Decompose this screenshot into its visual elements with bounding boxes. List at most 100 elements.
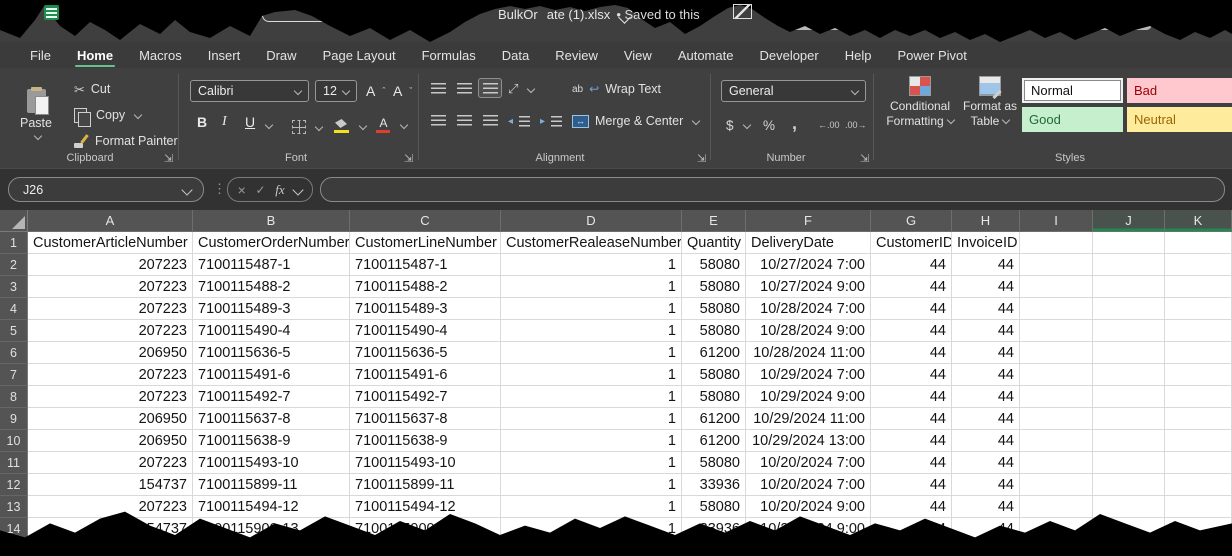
accounting-format-button[interactable]: $ <box>726 114 750 136</box>
format-as-table-button[interactable]: Format as Table <box>960 76 1020 129</box>
increase-decimal-button[interactable]: ←.00 <box>818 114 840 136</box>
comma-style-button[interactable]: , <box>792 112 797 134</box>
cell-K14[interactable] <box>1165 518 1232 540</box>
cell-J12[interactable] <box>1093 474 1165 496</box>
cell-J6[interactable] <box>1093 342 1165 364</box>
decrease-decimal-button[interactable]: .00→ <box>845 114 867 136</box>
cell-D3[interactable]: 1 <box>501 276 682 298</box>
chevron-down-icon[interactable] <box>620 9 629 27</box>
cell-H14[interactable]: 44 <box>952 518 1020 540</box>
cell-K8[interactable] <box>1165 386 1232 408</box>
cell-G10[interactable]: 44 <box>871 430 952 452</box>
align-middle-button[interactable] <box>452 78 476 98</box>
cell-I12[interactable] <box>1020 474 1093 496</box>
cell-B8[interactable]: 7100115492-7 <box>193 386 350 408</box>
cell-K10[interactable] <box>1165 430 1232 452</box>
cell-K4[interactable] <box>1165 298 1232 320</box>
cell-A5[interactable]: 207223 <box>28 320 193 342</box>
cell-H8[interactable]: 44 <box>952 386 1020 408</box>
cell-E5[interactable]: 58080 <box>682 320 746 342</box>
cell-C1[interactable]: CustomerLineNumber <box>350 232 501 254</box>
cell-C12[interactable]: 7100115899-11 <box>350 474 501 496</box>
cell-B10[interactable]: 7100115638-9 <box>193 430 350 452</box>
cell-F12[interactable]: 10/20/2024 7:00 <box>746 474 871 496</box>
autosave-toggle-fragment[interactable] <box>262 8 330 22</box>
cell-H4[interactable]: 44 <box>952 298 1020 320</box>
increase-indent-button[interactable]: ▸ <box>540 110 562 132</box>
cell-H6[interactable]: 44 <box>952 342 1020 364</box>
cell-D2[interactable]: 1 <box>501 254 682 276</box>
cell-I9[interactable] <box>1020 408 1093 430</box>
row-header-14[interactable]: 14 <box>0 518 28 540</box>
column-header-J[interactable]: J <box>1093 210 1165 232</box>
cell-C8[interactable]: 7100115492-7 <box>350 386 501 408</box>
cell-H10[interactable]: 44 <box>952 430 1020 452</box>
insert-function-icon[interactable]: fx <box>275 182 284 198</box>
align-bottom-button[interactable] <box>478 78 502 98</box>
style-good[interactable]: Good <box>1022 107 1123 132</box>
cell-C4[interactable]: 7100115489-3 <box>350 298 501 320</box>
cell-I8[interactable] <box>1020 386 1093 408</box>
italic-button[interactable]: I <box>222 114 227 130</box>
cancel-icon[interactable]: × <box>238 182 246 198</box>
cell-J11[interactable] <box>1093 452 1165 474</box>
cell-G6[interactable]: 44 <box>871 342 952 364</box>
column-header-A[interactable]: A <box>28 210 193 232</box>
cell-H3[interactable]: 44 <box>952 276 1020 298</box>
cell-E13[interactable]: 58080 <box>682 496 746 518</box>
style-normal[interactable]: Normal <box>1022 78 1123 103</box>
tab-page-layout[interactable]: Page Layout <box>310 42 409 68</box>
cell-E15[interactable] <box>682 540 746 556</box>
style-bad[interactable]: Bad <box>1127 78 1232 103</box>
cell-B6[interactable]: 7100115636-5 <box>193 342 350 364</box>
cell-G1[interactable]: CustomerID <box>871 232 952 254</box>
cell-B3[interactable]: 7100115488-2 <box>193 276 350 298</box>
cell-F5[interactable]: 10/28/2024 9:00 <box>746 320 871 342</box>
tab-view[interactable]: View <box>611 42 665 68</box>
cell-A10[interactable]: 206950 <box>28 430 193 452</box>
cell-D1[interactable]: CustomerRealeaseNumber <box>501 232 682 254</box>
row-header-1[interactable]: 1 <box>0 232 28 254</box>
cell-D13[interactable]: 1 <box>501 496 682 518</box>
cell-G11[interactable]: 44 <box>871 452 952 474</box>
cell-F8[interactable]: 10/29/2024 9:00 <box>746 386 871 408</box>
row-header-2[interactable]: 2 <box>0 254 28 276</box>
cell-J5[interactable] <box>1093 320 1165 342</box>
row-header-11[interactable]: 11 <box>0 452 28 474</box>
cell-E4[interactable]: 58080 <box>682 298 746 320</box>
column-header-H[interactable]: H <box>952 210 1020 232</box>
tab-help[interactable]: Help <box>832 42 885 68</box>
select-all-button[interactable] <box>0 210 28 232</box>
cell-G15[interactable] <box>871 540 952 556</box>
cell-A15[interactable] <box>28 540 193 556</box>
cell-B1[interactable]: CustomerOrderNumber <box>193 232 350 254</box>
cell-E9[interactable]: 61200 <box>682 408 746 430</box>
column-header-I[interactable]: I <box>1020 210 1093 232</box>
cell-J9[interactable] <box>1093 408 1165 430</box>
cell-F2[interactable]: 10/27/2024 7:00 <box>746 254 871 276</box>
percent-style-button[interactable]: % <box>763 114 775 136</box>
tab-home[interactable]: Home <box>64 42 126 68</box>
style-neutral[interactable]: Neutral <box>1127 107 1232 132</box>
cell-G7[interactable]: 44 <box>871 364 952 386</box>
cell-H5[interactable]: 44 <box>952 320 1020 342</box>
cell-H2[interactable]: 44 <box>952 254 1020 276</box>
alignment-dialog-launcher-icon[interactable]: ⇲ <box>697 154 706 165</box>
cell-B9[interactable]: 7100115637-8 <box>193 408 350 430</box>
cell-K2[interactable] <box>1165 254 1232 276</box>
cell-A11[interactable]: 207223 <box>28 452 193 474</box>
cell-C11[interactable]: 7100115493-10 <box>350 452 501 474</box>
cell-C10[interactable]: 7100115638-9 <box>350 430 501 452</box>
cell-D15[interactable] <box>501 540 682 556</box>
conditional-formatting-button[interactable]: Conditional Formatting <box>882 76 958 129</box>
enter-icon[interactable]: ✓ <box>256 183 266 197</box>
column-header-G[interactable]: G <box>871 210 952 232</box>
format-painter-button[interactable]: Format Painter <box>74 130 178 152</box>
cell-B7[interactable]: 7100115491-6 <box>193 364 350 386</box>
cell-E8[interactable]: 58080 <box>682 386 746 408</box>
cell-A6[interactable]: 206950 <box>28 342 193 364</box>
cell-A9[interactable]: 206950 <box>28 408 193 430</box>
cell-B5[interactable]: 7100115490-4 <box>193 320 350 342</box>
cell-F4[interactable]: 10/28/2024 7:00 <box>746 298 871 320</box>
cell-G9[interactable]: 44 <box>871 408 952 430</box>
